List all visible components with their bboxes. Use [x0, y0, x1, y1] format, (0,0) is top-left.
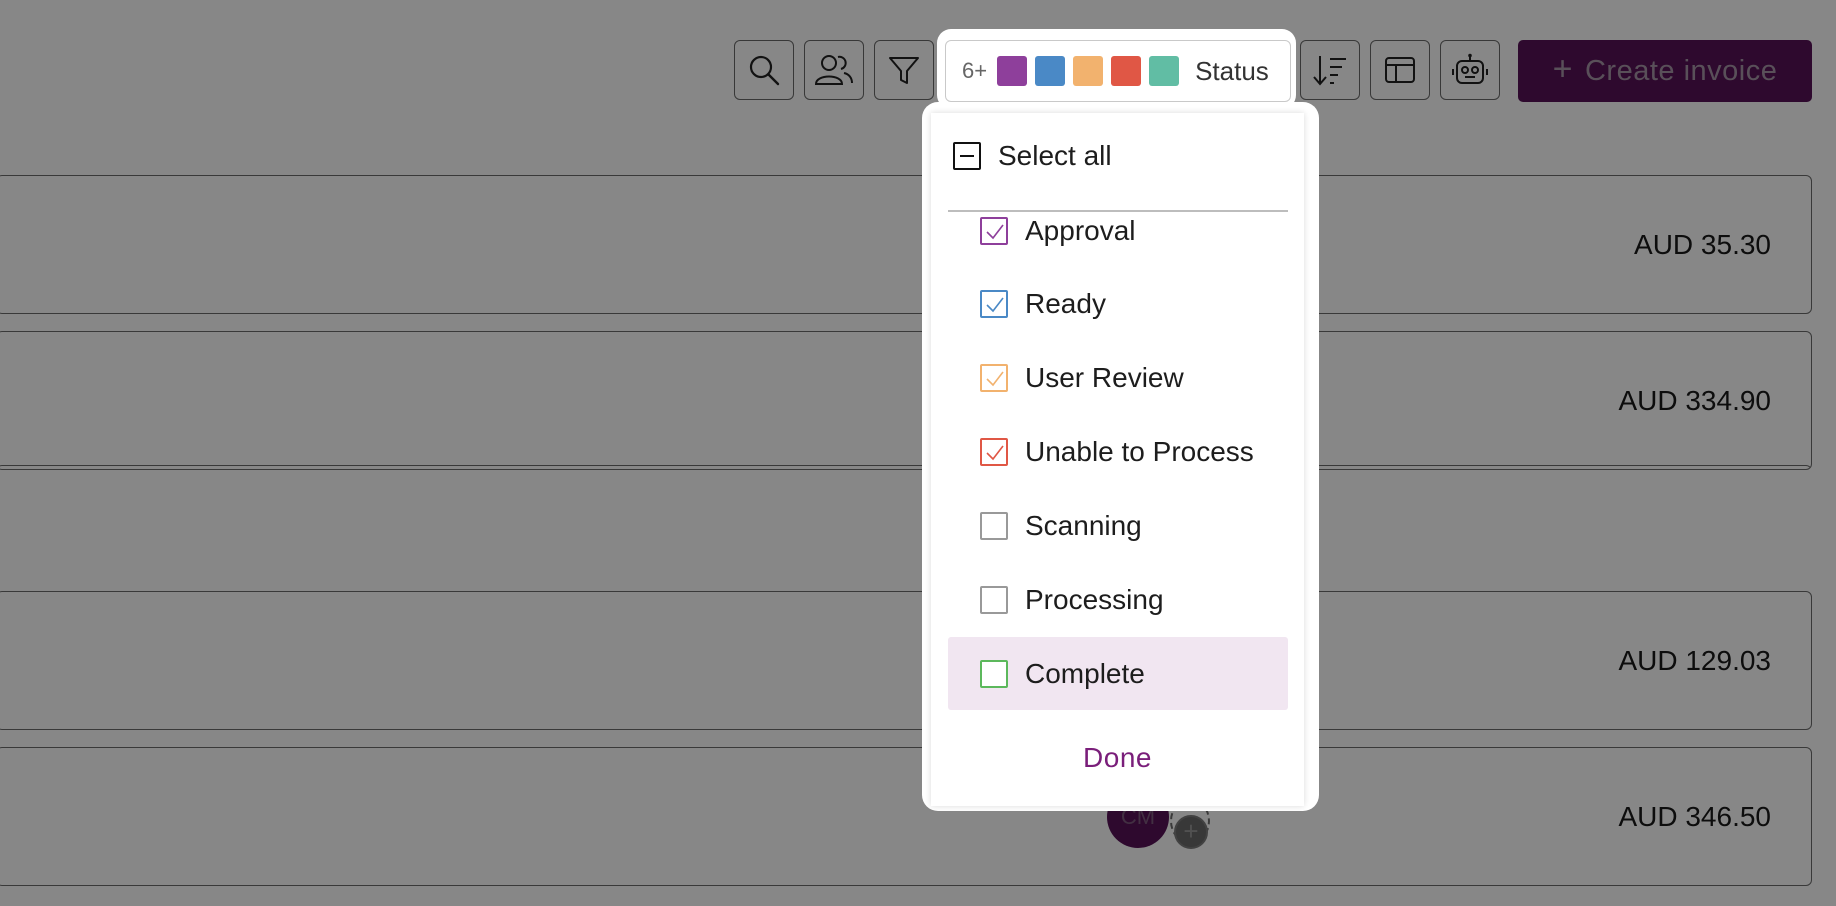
status-option-label: Complete	[1025, 657, 1145, 689]
ready-checkbox[interactable]	[980, 289, 1008, 318]
done-button[interactable]: Done	[931, 733, 1304, 783]
status-option-label: Ready	[1025, 287, 1106, 319]
status-swatch	[1073, 56, 1104, 86]
modal-overlay[interactable]	[0, 0, 1836, 906]
select-all-label: Select all	[998, 140, 1112, 171]
status-option-unable-to-process[interactable]: Unable to Process	[948, 415, 1288, 488]
user-review-checkbox[interactable]	[980, 363, 1008, 392]
status-options-list[interactable]: Approval Ready User Review Unable to Pro…	[931, 212, 1304, 722]
status-filter-button[interactable]: 6+ Status	[945, 40, 1291, 102]
select-all-option[interactable]: Select all	[953, 131, 1273, 181]
scanning-checkbox[interactable]	[980, 511, 1008, 540]
status-option-scanning[interactable]: Scanning	[948, 489, 1288, 562]
status-option-approval[interactable]: Approval	[948, 212, 1288, 267]
status-option-user-review[interactable]: User Review	[948, 341, 1288, 414]
status-swatch	[1035, 56, 1066, 86]
status-option-label: Scanning	[1025, 509, 1142, 541]
status-swatch	[1111, 56, 1142, 86]
status-dropdown: Select all Approval Ready User Review Un	[931, 113, 1304, 806]
check-icon	[986, 445, 1004, 460]
unable-to-process-checkbox[interactable]	[980, 437, 1008, 466]
status-option-processing[interactable]: Processing	[948, 563, 1288, 636]
status-swatch	[1149, 56, 1180, 86]
complete-checkbox[interactable]	[980, 659, 1008, 688]
status-option-complete[interactable]: Complete	[948, 637, 1288, 710]
status-option-label: Unable to Process	[1025, 435, 1254, 467]
status-count-badge: 6+	[962, 58, 988, 83]
status-swatch	[997, 56, 1028, 86]
processing-checkbox[interactable]	[980, 585, 1008, 614]
status-filter-label: Status	[1195, 55, 1269, 86]
approval-checkbox[interactable]	[980, 216, 1008, 245]
check-icon	[986, 224, 1004, 239]
status-option-label: User Review	[1025, 361, 1184, 393]
check-icon	[986, 297, 1004, 312]
status-option-ready[interactable]: Ready	[948, 267, 1288, 340]
check-icon	[986, 371, 1004, 386]
status-option-label: Processing	[1025, 583, 1164, 615]
select-all-checkbox[interactable]	[953, 142, 981, 170]
status-option-label: Approval	[1025, 214, 1136, 246]
